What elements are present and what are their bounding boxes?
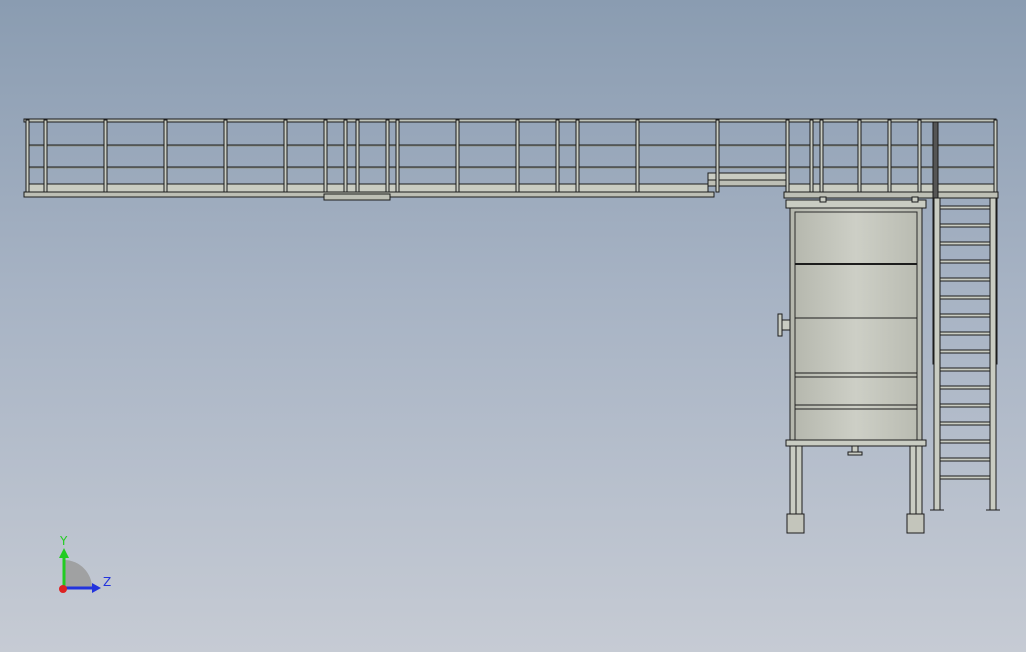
guardrail-post (917, 119, 922, 193)
ladder-rung (939, 421, 991, 426)
guardrail-post (515, 119, 520, 193)
deck-right (783, 191, 999, 199)
guardrail-post (323, 119, 328, 193)
axis-triad: Y Z (59, 534, 111, 593)
guardrail-post (993, 119, 998, 193)
y-axis-label: Y (59, 534, 68, 548)
guardrail-post (223, 119, 228, 193)
ladder-rung (939, 403, 991, 408)
guardrail-post (25, 119, 30, 193)
guardrail-post (857, 119, 862, 193)
guardrail-post (819, 119, 824, 193)
leg-footing (906, 513, 925, 534)
guardrail-post (385, 119, 390, 193)
leg-footing (786, 513, 805, 534)
guardrail-post (395, 119, 400, 193)
guardrail-posts (25, 119, 998, 193)
deck-joint (323, 193, 391, 201)
ladder-rung (939, 475, 991, 480)
cad-viewport[interactable]: Y Z (0, 0, 1026, 652)
guardrail-post (455, 119, 460, 193)
toe-board (25, 183, 709, 193)
guardrail-post (355, 119, 360, 193)
ladder-rung (939, 313, 991, 318)
x-axis-origin (59, 585, 67, 593)
drain-nozzle (851, 445, 859, 453)
z-axis-label: Z (103, 575, 111, 589)
guardrail-post (163, 119, 168, 193)
model-drawing: Y Z (23, 118, 1000, 593)
guardrail-post (575, 119, 580, 193)
tank-bottom-flange (785, 439, 927, 447)
ladder-rung (939, 295, 991, 300)
z-axis-head (92, 583, 101, 593)
ladder-stringer (989, 197, 997, 511)
ladder-rung (939, 241, 991, 246)
walkway-platform (23, 118, 999, 201)
guardrail-post (785, 119, 790, 193)
tank-top-flange (785, 199, 927, 209)
triad-plane (64, 560, 92, 588)
ladder-rung (939, 205, 991, 210)
step-plate (707, 172, 789, 181)
ladder-rung (939, 349, 991, 354)
ladder-rung (939, 457, 991, 462)
guardrail-post (343, 119, 348, 193)
guardrail-post (103, 119, 108, 193)
guardrail-post (555, 119, 560, 193)
guardrail-post (809, 119, 814, 193)
tank-legs (786, 445, 925, 534)
side-nozzle (781, 319, 791, 331)
ladder-rung (939, 439, 991, 444)
nozzle-flange (777, 313, 783, 337)
y-axis-head (59, 548, 69, 558)
tank (777, 196, 927, 456)
ladder-rung (939, 367, 991, 372)
ladder-rung (939, 385, 991, 390)
guardrail-post (43, 119, 48, 193)
ladder-rung (939, 331, 991, 336)
guardrail-post (635, 119, 640, 193)
guardrail-post (715, 119, 720, 193)
ladder-rung (939, 277, 991, 282)
ladder-rung (939, 259, 991, 264)
top-handrail (23, 118, 997, 123)
ladder-rung (939, 223, 991, 228)
guardrail-post (283, 119, 288, 193)
guardrail-post (887, 119, 892, 193)
ladder-rungs (939, 205, 991, 480)
ladder-stringer (933, 197, 941, 511)
